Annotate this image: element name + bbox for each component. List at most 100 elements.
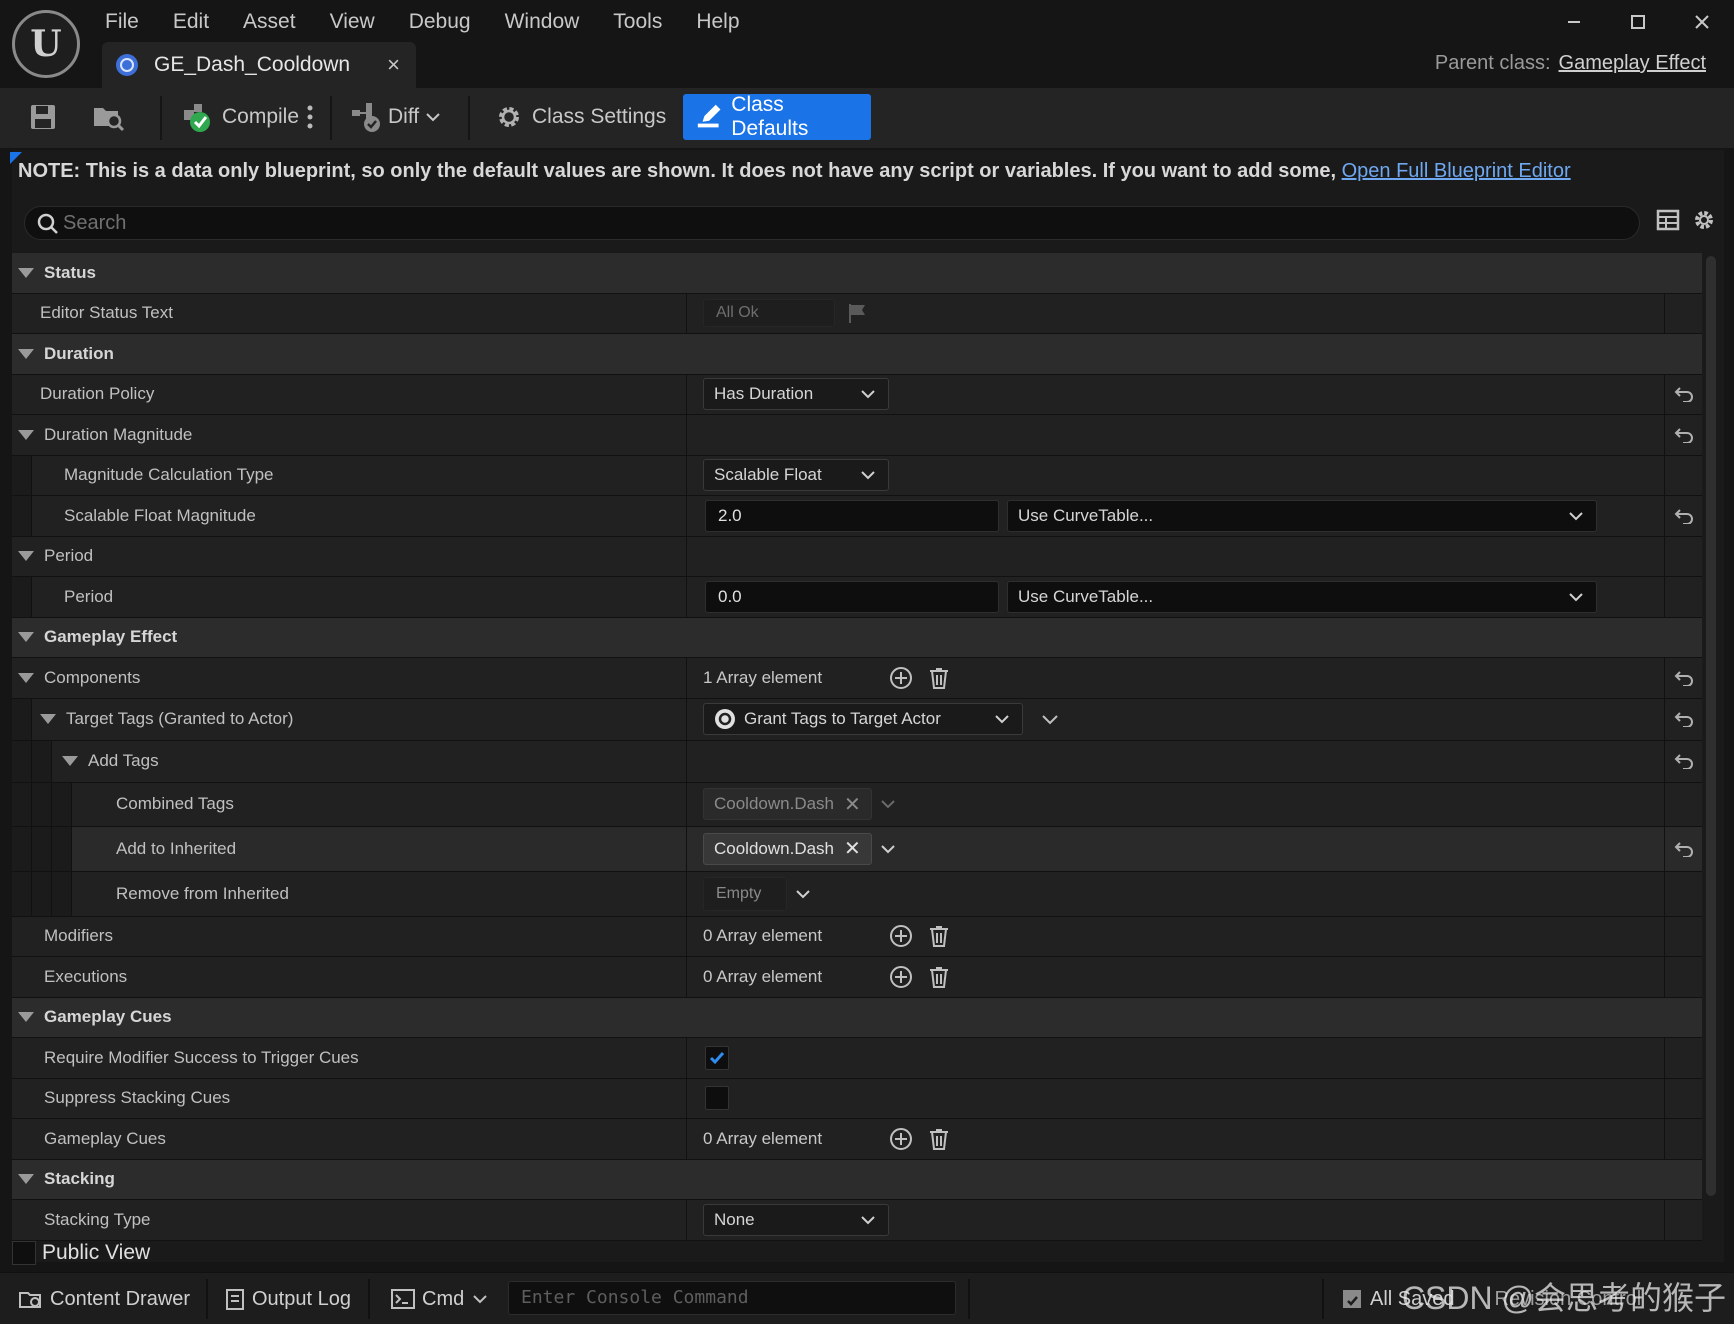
category-label: Gameplay Cues <box>44 1007 172 1027</box>
property-label: Modifiers <box>44 926 113 946</box>
menu-edit[interactable]: Edit <box>156 0 226 44</box>
category-stacking[interactable]: Stacking <box>12 1159 1702 1200</box>
reset-arrow-icon[interactable] <box>1674 670 1694 686</box>
menu-bar: File Edit Asset View Debug Window Tools … <box>88 0 757 44</box>
tab-title: GE_Dash_Cooldown <box>154 53 351 76</box>
reset-arrow-icon[interactable] <box>1674 753 1694 769</box>
editor-status-field: All Ok <box>703 299 835 328</box>
empty-tag-box[interactable]: Empty <box>703 876 787 911</box>
caret-down-icon[interactable] <box>18 1012 34 1023</box>
property-label: Gameplay Cues <box>44 1128 166 1148</box>
add-element-icon[interactable] <box>889 924 913 948</box>
expand-chevron-icon[interactable] <box>1041 712 1059 726</box>
maximize-button[interactable] <box>1606 0 1670 44</box>
console-input[interactable]: Enter Console Command <box>508 1281 956 1315</box>
diff-button[interactable]: Diff <box>350 94 441 140</box>
property-label: Stacking Type <box>44 1209 151 1229</box>
property-row: Target Tags (Granted to Actor) Grant Tag… <box>12 698 1702 741</box>
require-modifier-success-checkbox[interactable] <box>705 1045 729 1070</box>
tab-close-icon[interactable]: × <box>387 52 400 78</box>
scalable-float-input[interactable]: 2.0 <box>705 499 999 532</box>
save-button[interactable] <box>28 94 58 140</box>
stacking-type-dropdown[interactable]: None <box>703 1203 889 1236</box>
unreal-logo-icon[interactable]: U <box>12 10 80 78</box>
magnitude-calc-type-dropdown[interactable]: Scalable Float <box>703 459 889 492</box>
trash-icon[interactable] <box>927 666 951 690</box>
chevron-down-icon[interactable] <box>795 888 811 900</box>
menu-file[interactable]: File <box>88 0 156 44</box>
compile-button[interactable]: Compile <box>180 94 299 140</box>
reset-arrow-icon[interactable] <box>1674 427 1694 443</box>
caret-down-icon[interactable] <box>18 267 34 278</box>
caret-down-icon[interactable] <box>18 348 34 359</box>
table-view-icon[interactable] <box>1656 208 1680 232</box>
class-settings-button[interactable]: Class Settings <box>494 94 666 140</box>
chevron-down-icon <box>861 390 875 399</box>
trash-icon[interactable] <box>927 924 951 948</box>
details-scrollbar[interactable] <box>1706 256 1716 1196</box>
category-duration[interactable]: Duration <box>12 334 1702 375</box>
parent-class-link[interactable]: Gameplay Effect <box>1559 52 1706 74</box>
reset-arrow-icon[interactable] <box>1674 841 1694 857</box>
curve-table-dropdown[interactable]: Use CurveTable... <box>1007 499 1597 532</box>
property-row: Remove from Inherited Empty <box>12 871 1702 917</box>
content-drawer-button[interactable]: Content Drawer <box>18 1273 190 1324</box>
caret-down-icon[interactable] <box>18 429 34 440</box>
close-window-button[interactable] <box>1670 0 1734 44</box>
class-settings-label: Class Settings <box>532 105 667 128</box>
trash-icon[interactable] <box>927 1127 951 1151</box>
menu-help[interactable]: Help <box>679 0 756 44</box>
caret-down-icon[interactable] <box>18 1174 34 1185</box>
caret-down-icon[interactable] <box>40 714 56 724</box>
add-element-icon[interactable] <box>889 965 913 989</box>
caret-down-icon[interactable] <box>18 632 34 643</box>
document-tab[interactable]: GE_Dash_Cooldown × <box>102 42 416 88</box>
duration-policy-dropdown[interactable]: Has Duration <box>703 378 889 411</box>
menu-view[interactable]: View <box>313 0 392 44</box>
property-row: Editor Status Text All Ok <box>12 293 1702 334</box>
category-gameplay-cues[interactable]: Gameplay Cues <box>12 997 1702 1038</box>
menu-debug[interactable]: Debug <box>392 0 488 44</box>
public-view-checkbox[interactable] <box>12 1241 36 1265</box>
output-log-button[interactable]: Output Log <box>224 1273 351 1324</box>
public-view-toggle[interactable]: Public View <box>12 1238 150 1268</box>
property-label: Period <box>64 586 114 606</box>
category-status[interactable]: Status <box>12 253 1702 294</box>
period-curve-table-dropdown[interactable]: Use CurveTable... <box>1007 580 1597 613</box>
reset-arrow-icon[interactable] <box>1674 711 1694 727</box>
caret-down-icon[interactable] <box>18 551 34 562</box>
reset-arrow-icon[interactable] <box>1674 386 1694 403</box>
cmd-dropdown[interactable]: Cmd <box>390 1273 488 1324</box>
menu-tools[interactable]: Tools <box>596 0 679 44</box>
add-element-icon[interactable] <box>889 1127 913 1151</box>
trash-icon[interactable] <box>927 965 951 989</box>
caret-down-icon[interactable] <box>18 672 34 683</box>
chevron-down-icon <box>861 471 875 480</box>
property-row: Executions 0 Array element <box>12 957 1702 998</box>
chevron-down-icon <box>473 1295 487 1304</box>
panel-options <box>1656 208 1716 232</box>
category-gameplay-effect[interactable]: Gameplay Effect <box>12 617 1702 658</box>
menu-asset[interactable]: Asset <box>226 0 313 44</box>
remove-tag-icon[interactable]: ✕ <box>844 836 861 861</box>
class-defaults-button[interactable]: Class Defaults <box>683 93 871 140</box>
caret-down-icon[interactable] <box>62 756 78 766</box>
category-label: Duration <box>44 343 114 363</box>
reset-arrow-icon[interactable] <box>1674 508 1694 524</box>
compile-options-button[interactable] <box>306 94 314 140</box>
remove-tag-icon: ✕ <box>844 793 861 816</box>
period-input[interactable]: 0.0 <box>705 580 999 613</box>
menu-window[interactable]: Window <box>488 0 597 44</box>
property-row: Duration Magnitude <box>12 415 1702 456</box>
minimize-button[interactable] <box>1542 0 1606 44</box>
component-class-dropdown[interactable]: Grant Tags to Target Actor <box>703 703 1023 735</box>
open-full-editor-link[interactable]: Open Full Blueprint Editor <box>1342 160 1571 182</box>
search-input[interactable] <box>63 209 1623 237</box>
property-row: Suppress Stacking Cues <box>12 1078 1702 1119</box>
chevron-down-icon[interactable] <box>880 843 896 855</box>
add-element-icon[interactable] <box>889 666 913 690</box>
settings-gear-icon[interactable] <box>1692 208 1716 232</box>
suppress-stacking-cues-checkbox[interactable] <box>705 1086 729 1111</box>
browse-button[interactable] <box>92 94 126 140</box>
tag-pill[interactable]: Cooldown.Dash ✕ <box>703 832 872 865</box>
